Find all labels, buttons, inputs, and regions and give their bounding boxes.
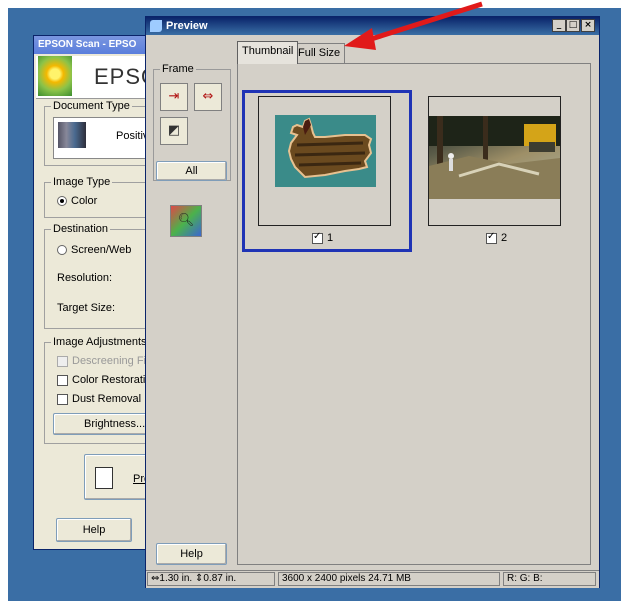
red-arrow-annotation xyxy=(344,1,483,50)
tab-thumbnail[interactable]: Thumbnail xyxy=(237,41,299,64)
